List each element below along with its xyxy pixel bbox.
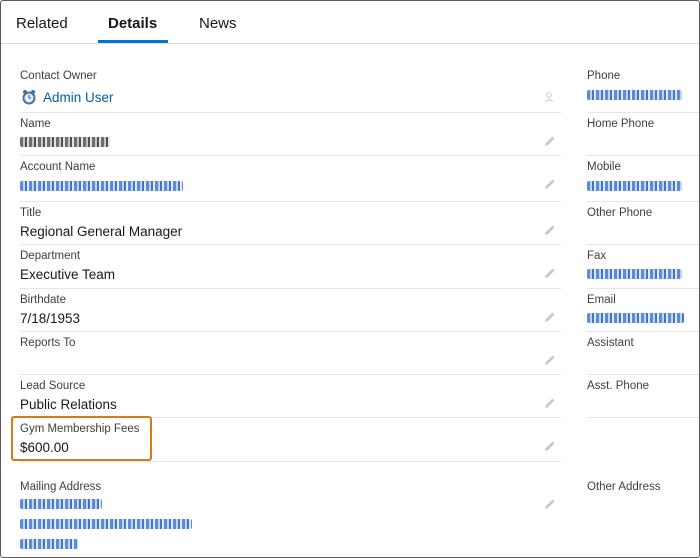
pencil-icon[interactable] <box>544 498 556 510</box>
divider <box>20 201 561 202</box>
account-name-label: Account Name <box>20 161 96 173</box>
record-tabs: Related Details News <box>1 1 699 44</box>
tab-details[interactable]: Details <box>108 15 157 32</box>
lead-source-value: Public Relations <box>20 397 117 412</box>
other-phone-label: Other Phone <box>587 207 653 219</box>
divider <box>20 461 561 462</box>
asst-phone-label: Asst. Phone <box>587 380 650 392</box>
divider <box>587 288 699 289</box>
email-value-redacted[interactable] <box>587 313 684 323</box>
divider <box>587 201 699 202</box>
home-phone-label: Home Phone <box>587 118 655 130</box>
mailing-address-line3-redacted[interactable] <box>20 539 78 549</box>
pencil-icon[interactable] <box>544 178 556 190</box>
divider <box>20 288 561 289</box>
pencil-icon[interactable] <box>544 267 556 279</box>
tab-related[interactable]: Related <box>16 15 68 32</box>
title-value: Regional General Manager <box>20 224 183 239</box>
phone-value-redacted[interactable] <box>587 90 682 100</box>
divider <box>20 374 561 375</box>
mailing-address-line2-redacted[interactable] <box>20 519 192 529</box>
divider <box>587 244 699 245</box>
change-owner-icon[interactable] <box>544 91 556 103</box>
pencil-icon[interactable] <box>544 224 556 236</box>
contact-details-panel: Related Details News Contact Owner Admin… <box>0 0 700 558</box>
phone-label: Phone <box>587 70 621 82</box>
mobile-label: Mobile <box>587 161 621 173</box>
tab-news[interactable]: News <box>199 15 237 32</box>
mailing-address-line1-redacted[interactable] <box>20 499 102 509</box>
highlight-box <box>11 416 152 461</box>
birthdate-value: 7/18/1953 <box>20 311 81 326</box>
mobile-value-redacted[interactable] <box>587 181 682 191</box>
mailing-address-label: Mailing Address <box>20 481 102 493</box>
fax-value-redacted[interactable] <box>587 269 682 279</box>
pencil-icon[interactable] <box>544 354 556 366</box>
birthdate-label: Birthdate <box>20 294 67 306</box>
active-tab-indicator <box>98 40 168 43</box>
pencil-icon[interactable] <box>544 440 556 452</box>
reports-to-label: Reports To <box>20 337 76 349</box>
title-label: Title <box>20 207 42 219</box>
divider <box>20 244 561 245</box>
divider <box>20 331 561 332</box>
pencil-icon[interactable] <box>544 135 556 147</box>
pencil-icon[interactable] <box>544 397 556 409</box>
assistant-label: Assistant <box>587 337 634 349</box>
department-label: Department <box>20 250 81 262</box>
divider <box>587 417 699 418</box>
divider <box>587 112 699 113</box>
account-name-link-redacted[interactable] <box>20 181 183 191</box>
lead-source-label: Lead Source <box>20 380 86 392</box>
name-label: Name <box>20 118 51 130</box>
divider <box>587 331 699 332</box>
other-address-label: Other Address <box>587 481 661 493</box>
pencil-icon[interactable] <box>544 311 556 323</box>
name-value-redacted <box>20 137 110 147</box>
divider <box>587 155 699 156</box>
department-value: Executive Team <box>20 267 116 282</box>
contact-owner-link[interactable]: Admin User <box>43 90 114 105</box>
email-label: Email <box>587 294 616 306</box>
divider <box>20 112 561 113</box>
fax-label: Fax <box>587 250 607 262</box>
divider <box>587 374 699 375</box>
divider <box>20 155 561 156</box>
user-avatar-icon <box>22 90 36 105</box>
contact-owner-label: Contact Owner <box>20 70 97 82</box>
